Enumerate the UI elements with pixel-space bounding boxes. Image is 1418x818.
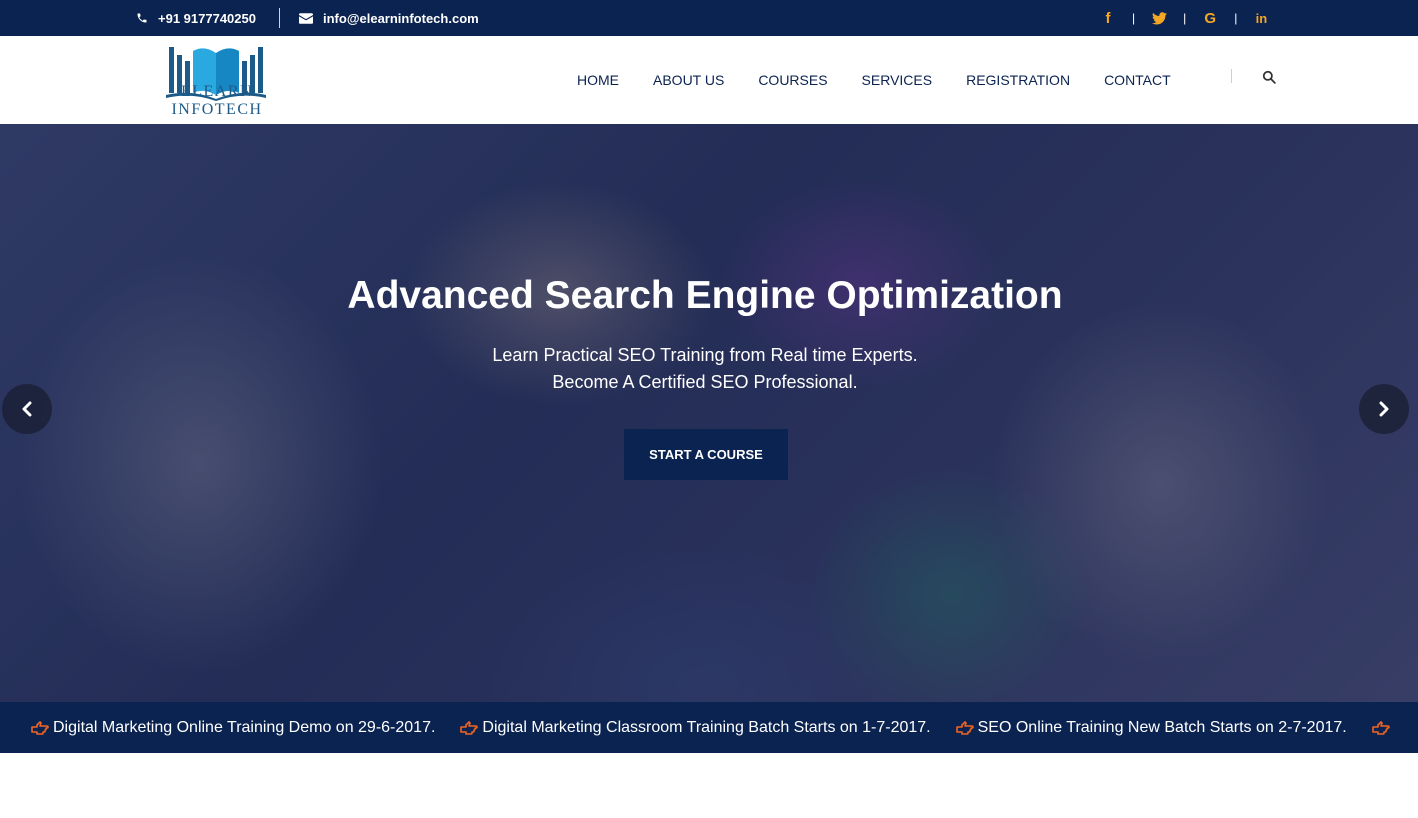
hero-title: Advanced Search Engine Optimization (347, 274, 1063, 317)
hand-pointer-icon (460, 720, 479, 735)
site-logo[interactable]: ELEARN INFOTECH (136, 43, 298, 119)
facebook-icon[interactable]: f (1100, 10, 1116, 27)
nav-about-us[interactable]: ABOUT US (636, 72, 741, 88)
phone-number: +91 9177740250 (158, 10, 256, 26)
linkedin-icon[interactable]: in (1253, 11, 1269, 26)
nav-services[interactable]: SERVICES (845, 72, 950, 88)
hero-subtitle-line-2: Become A Certified SEO Professional. (552, 372, 858, 392)
hand-pointer-icon (1371, 720, 1390, 735)
phone-contact[interactable]: +91 9177740250 (136, 0, 256, 36)
email-address: info@elearninfotech.com (323, 10, 479, 26)
social-links: f | | G | in (1100, 0, 1269, 36)
envelope-icon (299, 12, 313, 24)
ticker-item-text: SEO Online Training New Batch Starts on … (977, 718, 1347, 736)
search-button[interactable] (1258, 66, 1280, 88)
social-separator: | (1183, 11, 1187, 25)
hero-background-photo (0, 124, 1418, 702)
nav-contact[interactable]: CONTACT (1087, 72, 1188, 88)
ticker-item[interactable]: SEO Online Training New Batch Starts on … (955, 718, 1347, 737)
slider-prev-button[interactable] (2, 384, 52, 434)
social-separator: | (1132, 11, 1136, 25)
news-ticker: Digital Marketing Online Training Demo o… (0, 702, 1418, 753)
nav-courses[interactable]: COURSES (741, 72, 844, 88)
site-header: ELEARN INFOTECH HOME ABOUT US COURSES SE… (0, 36, 1418, 124)
nav-registration[interactable]: REGISTRATION (949, 72, 1087, 88)
hero-slider: Advanced Search Engine Optimization Lear… (0, 124, 1418, 702)
ticker-item[interactable]: Digital Marketing Classroom Training Bat… (460, 718, 931, 737)
logo-text: ELEARN INFOTECH (171, 83, 263, 118)
main-nav: HOME ABOUT US COURSES SERVICES REGISTRAT… (560, 36, 1188, 124)
hero-subtitle: Learn Practical SEO Training from Real t… (0, 342, 1418, 396)
top-bar: +91 9177740250 info@elearninfotech.com f… (0, 0, 1418, 36)
topbar-divider (279, 8, 280, 28)
ticker-item[interactable]: Digital Marketing Online Training Demo o… (31, 719, 435, 737)
chevron-left-icon (22, 401, 32, 417)
hero-subtitle-line-1: Learn Practical SEO Training from Real t… (492, 345, 918, 365)
ticker-track: Digital Marketing Online Training Demo o… (31, 702, 1418, 753)
ticker-item-text: Digital Marketing Online Training Demo o… (53, 718, 436, 736)
nav-divider (1231, 69, 1232, 83)
google-icon[interactable]: G (1202, 10, 1218, 27)
chevron-right-icon (1379, 401, 1389, 417)
social-separator: | (1234, 11, 1238, 25)
phone-icon (136, 12, 148, 24)
hand-pointer-icon (955, 720, 974, 735)
twitter-icon[interactable] (1151, 11, 1167, 25)
ticker-item-text: Digital Marketing Classroom Training Bat… (482, 718, 931, 736)
nav-home[interactable]: HOME (560, 72, 636, 88)
email-contact[interactable]: info@elearninfotech.com (299, 0, 479, 36)
slider-next-button[interactable] (1359, 384, 1409, 434)
search-icon (1262, 70, 1276, 84)
ticker-item[interactable] (1371, 720, 1394, 735)
start-course-button[interactable]: START A COURSE (624, 429, 788, 480)
hand-pointer-icon (31, 720, 49, 735)
